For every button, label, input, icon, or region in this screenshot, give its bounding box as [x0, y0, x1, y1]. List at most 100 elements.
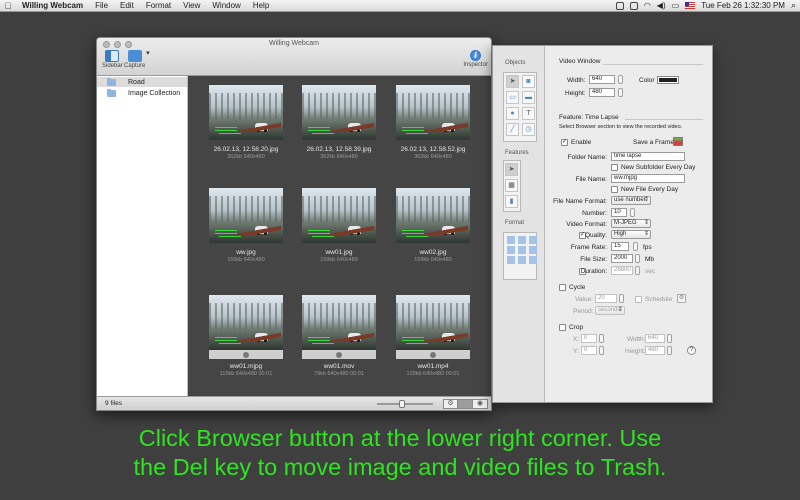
align-icon[interactable] [518, 246, 526, 254]
file-size-stepper[interactable] [635, 254, 640, 263]
camera-tool-icon[interactable]: ◙ [522, 75, 535, 88]
status-item-icon[interactable] [629, 1, 638, 10]
capture-button[interactable]: Capture [124, 49, 150, 69]
crop-checkbox[interactable] [559, 324, 566, 331]
cycle-value-field[interactable]: 20 [595, 294, 617, 303]
thumbnail-item[interactable]: 26.02.13, 12.58.52.jpg 362kb 640x480 [396, 85, 470, 160]
inspector-button-label: Inspector [463, 62, 488, 68]
file-size-field[interactable]: 2000 [611, 254, 633, 263]
window-title: Willing Webcam [268, 40, 320, 47]
menu-clock[interactable]: Tue Feb 26 1:32:30 PM [701, 1, 785, 10]
schedule-checkbox[interactable] [635, 296, 642, 303]
new-subfolder-checkbox[interactable] [611, 164, 618, 171]
ellipse-tool-icon[interactable]: ● [506, 107, 519, 120]
cycle-value-stepper[interactable] [619, 294, 624, 303]
height-field[interactable]: 480 [589, 88, 615, 97]
volume-icon[interactable]: ◀) [657, 1, 666, 10]
number-field[interactable]: 10 [611, 208, 627, 217]
menu-format[interactable]: Format [140, 1, 177, 10]
spotlight-search-icon[interactable]: ⌕ [791, 0, 796, 11]
status-item-icon[interactable] [615, 1, 624, 10]
color-well[interactable] [657, 76, 679, 84]
folder-name-field[interactable]: time lapse [611, 152, 685, 161]
crop-y-stepper[interactable] [599, 346, 604, 355]
new-file-checkbox[interactable] [611, 186, 618, 193]
arrow-feature-icon[interactable]: ➤ [505, 163, 518, 176]
frame-rate-field[interactable]: 15 [611, 242, 629, 251]
sidebar-item-image-collection[interactable]: Image Collection [97, 88, 187, 98]
inspector-button[interactable]: i Inspector [463, 50, 488, 68]
align-icon[interactable] [518, 256, 526, 264]
align-icon[interactable] [507, 236, 515, 244]
browser-button[interactable] [458, 398, 473, 409]
apple-icon[interactable]:  [0, 1, 16, 11]
battery-icon[interactable]: ▭ [672, 1, 680, 10]
help-button[interactable]: ? [687, 346, 696, 355]
line-tool-icon[interactable]: ╱ [506, 123, 519, 136]
text-tool-icon[interactable]: T [522, 107, 535, 120]
enable-checkbox[interactable]: ✓ [561, 139, 568, 146]
period-select[interactable]: seconds [595, 306, 625, 315]
menu-edit[interactable]: Edit [114, 1, 140, 10]
width-field[interactable]: 640 [589, 75, 615, 84]
feature-grid-icon[interactable]: ▦ [505, 179, 518, 192]
number-stepper[interactable] [630, 208, 635, 217]
frame-rate-stepper[interactable] [633, 242, 638, 251]
eye-icon[interactable]: ◉ [473, 398, 488, 409]
film-icon[interactable]: ▮ [505, 195, 518, 208]
align-icon[interactable] [529, 256, 537, 264]
crop-x-field[interactable]: 0 [581, 334, 597, 343]
image-tool-icon[interactable]: ▬ [522, 91, 535, 104]
height-stepper[interactable] [618, 88, 623, 97]
align-icon[interactable] [507, 246, 515, 254]
crop-width-field[interactable]: 640 [645, 334, 665, 343]
file-name-field[interactable]: ww.mjpg [611, 174, 685, 183]
thumbnail-item[interactable]: ww01.mjpg 115kb 640x480 00:01 [209, 295, 283, 377]
align-icon[interactable] [507, 256, 515, 264]
align-icon[interactable] [518, 236, 526, 244]
thumbnail-item[interactable]: 26.02.13, 12.58.39.jpg 362kb 640x480 [302, 85, 376, 160]
thumbnail-item[interactable]: ww.jpg 159kb 640x480 [209, 188, 283, 263]
crop-x-stepper[interactable] [599, 334, 604, 343]
thumbnail-item[interactable]: 26.02.13, 12.58.20.jpg 362kb 640x480 [209, 85, 283, 160]
thumbnail-item[interactable]: ww02.jpg 159kb 640x480 [396, 188, 470, 263]
thumbnail-size-slider[interactable] [377, 399, 433, 408]
slider-knob[interactable] [398, 399, 405, 408]
menu-app[interactable]: Willing Webcam [16, 1, 89, 10]
duration-field[interactable]: 28800 [611, 266, 633, 275]
align-icon[interactable] [529, 246, 537, 254]
save-frame-button[interactable] [673, 137, 683, 146]
crop-y-field[interactable]: 0 [581, 346, 597, 355]
objects-label: Objects [505, 60, 526, 66]
menu-window[interactable]: Window [206, 1, 246, 10]
duration-stepper[interactable] [635, 266, 640, 275]
video-play-bar[interactable] [302, 350, 376, 359]
width-stepper[interactable] [618, 75, 623, 84]
crop-height-stepper[interactable] [667, 346, 672, 355]
menu-help[interactable]: Help [247, 1, 275, 10]
video-play-bar[interactable] [209, 350, 283, 359]
file-name-format-select[interactable]: use number [611, 196, 651, 205]
schedule-settings-button[interactable]: ⚙ [677, 294, 686, 303]
wifi-icon[interactable]: ◠ [644, 1, 651, 10]
align-icon[interactable] [529, 236, 537, 244]
cycle-checkbox[interactable] [559, 284, 566, 291]
crop-width-stepper[interactable] [667, 334, 672, 343]
input-flag-icon[interactable] [685, 2, 696, 9]
gear-icon[interactable]: ⚙ [443, 398, 458, 409]
thumbnail-item[interactable]: ww01.mov 79kb 640x480 00:01 [302, 295, 376, 377]
menu-file[interactable]: File [89, 1, 114, 10]
sidebar-button[interactable]: Sidebar [102, 50, 123, 69]
arrow-tool-icon[interactable]: ➤ [506, 75, 519, 88]
menu-view[interactable]: View [177, 1, 206, 10]
rectangle-tool-icon[interactable]: ▭ [506, 91, 519, 104]
clock-tool-icon[interactable]: ◷ [522, 123, 535, 136]
crop-height-field[interactable]: 480 [645, 346, 665, 355]
sidebar-item-road[interactable]: Road [97, 77, 187, 87]
thumbnail-item[interactable]: ww01.jpg 159kb 640x480 [302, 188, 376, 263]
video-format-select[interactable]: M-JPEG [611, 219, 651, 228]
quality-select[interactable]: High [611, 230, 651, 239]
video-play-bar[interactable] [396, 350, 470, 359]
thumbnail-image [209, 188, 283, 243]
thumbnail-item[interactable]: ww01.mp4 129kb 640x480 00:01 [396, 295, 470, 377]
